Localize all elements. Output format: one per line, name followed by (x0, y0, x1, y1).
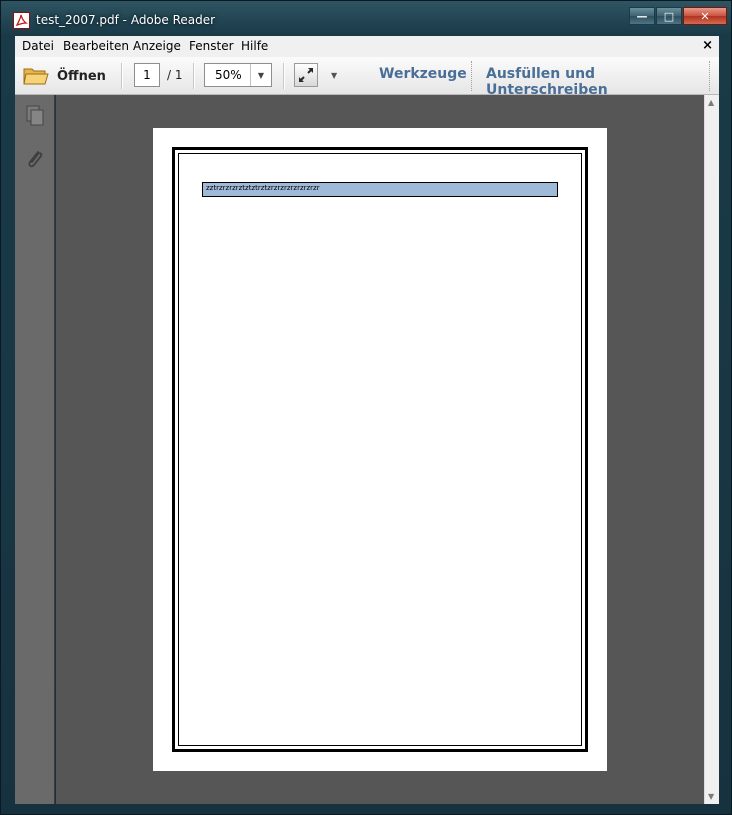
window-title: test_2007.pdf - Adobe Reader (36, 13, 216, 27)
app-window: test_2007.pdf - Adobe Reader — □ ✕ Datei… (0, 0, 732, 815)
folder-icon (23, 66, 49, 86)
menu-hilfe[interactable]: Hilfe (241, 39, 268, 53)
pages-icon[interactable] (23, 104, 47, 128)
menu-datei[interactable]: Datei (22, 39, 54, 53)
toolbar-separator (121, 63, 123, 89)
toolbar-separator (709, 61, 710, 91)
close-button[interactable]: ✕ (683, 7, 727, 25)
navigation-panel (15, 95, 55, 804)
paperclip-icon[interactable] (23, 147, 47, 171)
chevron-down-icon[interactable]: ▼ (331, 71, 337, 80)
toolbar-separator (283, 63, 285, 89)
zoom-combobox[interactable]: 50% ▼ (204, 63, 272, 87)
fit-page-icon (299, 68, 313, 82)
pdf-page: zztrzrzrzrztztztrztzrzrzrzrzrzrzrzr (153, 128, 607, 771)
page-total: / 1 (167, 68, 183, 82)
close-icon: ✕ (700, 9, 710, 23)
scroll-down-icon[interactable]: ▼ (708, 792, 714, 801)
menu-bar: Datei Bearbeiten Anzeige Fenster Hilfe × (15, 36, 719, 58)
document-viewport[interactable]: zztrzrzrzrztztztrztzrzrzrzrzrzrzrzr (56, 95, 704, 804)
pdf-app-icon[interactable] (13, 12, 30, 29)
menu-bearbeiten[interactable]: Bearbeiten (63, 39, 129, 53)
title-bar[interactable]: test_2007.pdf - Adobe Reader — □ ✕ (1, 1, 732, 37)
tools-pane-button[interactable]: Werkzeuge (379, 66, 467, 82)
menu-fenster[interactable]: Fenster (189, 39, 234, 53)
close-document-icon[interactable]: × (702, 38, 713, 53)
form-text-field[interactable]: zztrzrzrzrztztztrztzrzrzrzrzrzrzrzr (202, 182, 558, 197)
caption-buttons: — □ ✕ (629, 7, 727, 25)
toolbar: Öffnen 1 / 1 50% ▼ ▼ Werkzeuge Ausfüllen… (15, 57, 719, 98)
page-number-input[interactable]: 1 (134, 63, 160, 87)
toolbar-separator (193, 63, 195, 89)
vertical-scrollbar[interactable]: ▲ ▼ (704, 95, 719, 804)
maximize-button[interactable]: □ (656, 7, 682, 25)
chevron-down-icon[interactable]: ▼ (250, 64, 271, 86)
page-border (172, 147, 588, 752)
fill-sign-pane-button[interactable]: Ausfüllen und Unterschreiben (486, 66, 719, 98)
open-button[interactable]: Öffnen (23, 63, 106, 89)
maximize-icon: □ (663, 9, 675, 23)
page-border-inner (178, 153, 582, 746)
open-label: Öffnen (57, 68, 106, 84)
toolbar-separator (471, 61, 472, 91)
menu-anzeige[interactable]: Anzeige (133, 39, 181, 53)
minimize-button[interactable]: — (629, 7, 655, 25)
scroll-up-icon[interactable]: ▲ (708, 98, 714, 107)
form-field-value: zztrzrzrzrztztztrztzrzrzrzrzrzrzrzr (206, 184, 320, 192)
fit-page-button[interactable] (294, 63, 318, 87)
zoom-value[interactable]: 50% (215, 68, 242, 82)
minimize-icon: — (636, 9, 648, 23)
